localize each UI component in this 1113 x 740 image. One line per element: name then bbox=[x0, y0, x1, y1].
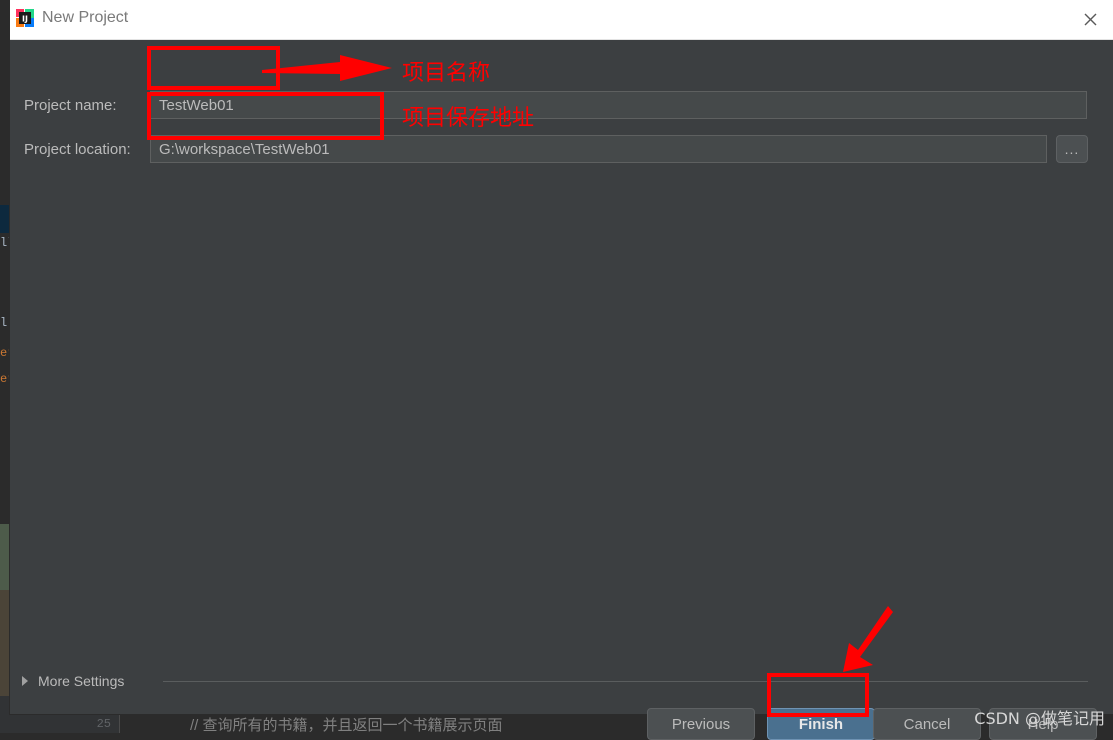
help-button[interactable]: Help bbox=[989, 708, 1097, 740]
project-location-input[interactable]: G:\workspace\TestWeb01 bbox=[150, 135, 1047, 163]
background-green-block bbox=[0, 524, 10, 590]
chevron-right-icon bbox=[22, 676, 28, 686]
background-code-fragment: l bbox=[0, 316, 8, 330]
background-code-fragment: ll bbox=[0, 236, 10, 250]
background-brown-block bbox=[0, 590, 10, 696]
intellij-idea-icon: IJ bbox=[15, 8, 35, 28]
svg-text:IJ: IJ bbox=[22, 15, 28, 24]
dialog-title: New Project bbox=[42, 9, 129, 26]
new-project-dialog: IJ New Project Project name: TestWeb01 P… bbox=[10, 0, 1113, 740]
project-name-label: Project name: bbox=[24, 97, 117, 114]
cancel-button[interactable]: Cancel bbox=[873, 708, 981, 740]
more-settings-label: More Settings bbox=[38, 673, 125, 689]
background-selection-block bbox=[0, 205, 10, 233]
more-settings-separator bbox=[163, 681, 1088, 682]
finish-button[interactable]: Finish bbox=[767, 708, 875, 740]
dialog-titlebar: IJ New Project bbox=[10, 0, 1113, 40]
close-icon[interactable] bbox=[1067, 0, 1113, 39]
dialog-body: Project name: TestWeb01 Project location… bbox=[10, 40, 1113, 740]
project-name-input[interactable]: TestWeb01 bbox=[150, 91, 1087, 119]
project-location-label: Project location: bbox=[24, 141, 131, 158]
background-code-fragment: er bbox=[0, 372, 10, 386]
editor-comment-line: // 查询所有的书籍，并且返回一个书籍展示页面 bbox=[190, 717, 503, 733]
browse-button[interactable]: ... bbox=[1056, 135, 1088, 163]
editor-line-number: 25 bbox=[96, 717, 111, 731]
more-settings-expander[interactable]: More Settings bbox=[22, 673, 124, 689]
background-code-fragment: er bbox=[0, 346, 10, 360]
previous-button[interactable]: Previous bbox=[647, 708, 755, 740]
